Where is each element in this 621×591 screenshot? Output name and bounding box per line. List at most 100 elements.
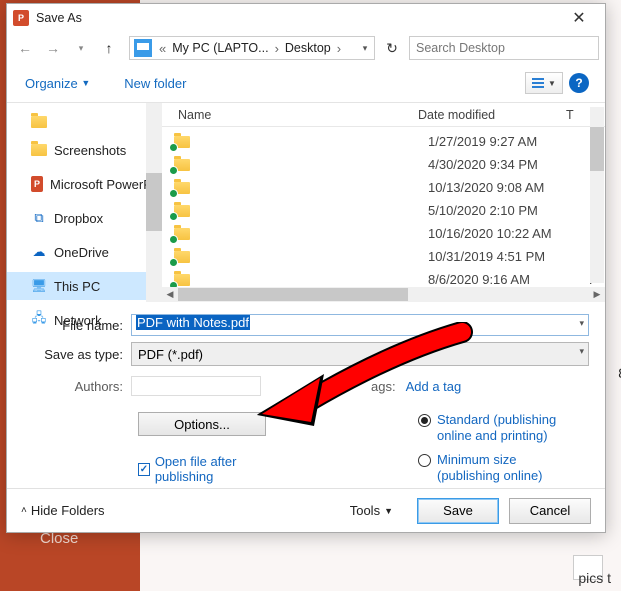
scroll-track[interactable] bbox=[178, 287, 589, 302]
path-sep: « bbox=[156, 41, 169, 56]
file-row[interactable]: 1/27/2019 9:27 AMF bbox=[162, 130, 605, 153]
dropbox-icon: ⧉ bbox=[31, 210, 47, 226]
search-input[interactable]: Search Desktop bbox=[409, 36, 599, 60]
options-button[interactable]: Options... bbox=[138, 412, 266, 436]
standard-radio[interactable] bbox=[418, 414, 431, 427]
file-list-pane: Name Date modified T 1/27/2019 9:27 AMF … bbox=[162, 102, 605, 302]
path-chevron-icon[interactable]: › bbox=[272, 41, 282, 56]
folder-icon bbox=[174, 205, 190, 217]
minimum-radio-label[interactable]: Minimum size (publishing online) bbox=[437, 452, 577, 484]
minimum-radio[interactable] bbox=[418, 454, 431, 467]
list-view-icon bbox=[532, 78, 544, 88]
folder-icon bbox=[174, 159, 190, 171]
hide-folders-button[interactable]: ˄ Hide Folders bbox=[21, 503, 105, 518]
authors-input[interactable] bbox=[131, 376, 261, 396]
scroll-left-icon[interactable]: ◀ bbox=[162, 289, 178, 300]
filename-value: PDF with Notes.pdf bbox=[136, 315, 250, 330]
explorer-body: Screenshots PMicrosoft PowerPoi ⧉Dropbox… bbox=[7, 102, 605, 302]
column-date[interactable]: Date modified bbox=[412, 108, 562, 122]
nav-item-dropbox[interactable]: ⧉Dropbox bbox=[7, 204, 162, 232]
authors-label: Authors: bbox=[23, 379, 131, 394]
file-row[interactable]: 10/16/2020 10:22 AMF bbox=[162, 222, 605, 245]
standard-radio-label[interactable]: Standard (publishing online and printing… bbox=[437, 412, 577, 444]
address-bar: ← → ▾ ↑ « My PC (LAPTO... › Desktop › ▾ … bbox=[7, 32, 605, 64]
recent-dropdown[interactable]: ▾ bbox=[69, 36, 93, 60]
cloud-icon: ☁ bbox=[31, 244, 47, 260]
filename-input[interactable]: PDF with Notes.pdf ▾ bbox=[131, 314, 589, 336]
new-folder-button[interactable]: New folder bbox=[122, 73, 188, 94]
toolbar: Organize ▼ New folder ▼ ? bbox=[7, 64, 605, 102]
refresh-button[interactable]: ↻ bbox=[379, 40, 405, 57]
scrollbar-thumb[interactable] bbox=[146, 173, 162, 231]
scrollbar-thumb[interactable] bbox=[590, 127, 604, 171]
pc-icon: 🖥 bbox=[31, 278, 47, 294]
view-mode-button[interactable]: ▼ bbox=[525, 72, 563, 94]
folder-icon bbox=[174, 274, 190, 286]
tags-label: ags: bbox=[371, 379, 396, 394]
chevron-down-icon[interactable]: ▾ bbox=[579, 318, 584, 329]
tools-dropdown[interactable]: Tools ▼ bbox=[350, 503, 393, 518]
savetype-value: PDF (*.pdf) bbox=[138, 347, 203, 362]
nav-item-onedrive[interactable]: ☁OneDrive bbox=[7, 238, 162, 266]
path-dropdown-icon[interactable]: ▾ bbox=[356, 43, 374, 54]
folder-icon bbox=[174, 251, 190, 263]
chevron-up-icon: ˄ bbox=[21, 505, 27, 516]
up-button[interactable]: ↑ bbox=[97, 36, 121, 60]
folder-icon bbox=[174, 228, 190, 240]
file-row[interactable]: 4/30/2020 9:34 PMF bbox=[162, 153, 605, 176]
chevron-down-icon[interactable]: ▾ bbox=[579, 346, 584, 357]
folder-icon bbox=[31, 144, 47, 156]
sync-icon bbox=[169, 189, 178, 198]
open-after-label[interactable]: Open file after publishing bbox=[155, 454, 283, 484]
file-row[interactable]: 5/10/2020 2:10 PMF bbox=[162, 199, 605, 222]
path-chevron-icon[interactable]: › bbox=[334, 41, 344, 56]
navigation-pane: Screenshots PMicrosoft PowerPoi ⧉Dropbox… bbox=[7, 102, 162, 302]
sync-icon bbox=[169, 235, 178, 244]
chevron-down-icon: ▼ bbox=[81, 78, 90, 88]
breadcrumb-path[interactable]: « My PC (LAPTO... › Desktop › ▾ bbox=[129, 36, 375, 60]
nav-item-this-pc[interactable]: 🖥This PC bbox=[7, 272, 162, 300]
savetype-label: Save as type: bbox=[23, 347, 131, 362]
organize-button[interactable]: Organize ▼ bbox=[23, 73, 92, 94]
chevron-down-icon: ▼ bbox=[548, 79, 556, 88]
save-as-dialog: P Save As ✕ ← → ▾ ↑ « My PC (LAPTO... › … bbox=[6, 3, 606, 533]
bg-pics-text: pics t bbox=[578, 570, 611, 586]
sync-icon bbox=[169, 143, 178, 152]
window-title: Save As bbox=[36, 11, 82, 25]
nav-item-screenshots[interactable]: Screenshots bbox=[7, 136, 162, 164]
nav-scrollbar[interactable] bbox=[146, 103, 162, 302]
add-tag-link[interactable]: Add a tag bbox=[406, 379, 462, 394]
folder-icon bbox=[174, 136, 190, 148]
file-row[interactable]: 10/31/2019 4:51 PMF bbox=[162, 245, 605, 268]
help-button[interactable]: ? bbox=[569, 73, 589, 93]
back-button[interactable]: ← bbox=[13, 36, 37, 60]
sync-icon bbox=[169, 212, 178, 221]
chevron-down-icon: ▼ bbox=[384, 506, 393, 516]
save-button[interactable]: Save bbox=[417, 498, 499, 524]
folder-icon bbox=[31, 116, 47, 128]
titlebar: P Save As ✕ bbox=[7, 4, 605, 32]
column-headers: Name Date modified T bbox=[162, 103, 605, 127]
savetype-combo[interactable]: PDF (*.pdf) ▾ bbox=[131, 342, 589, 366]
folder-icon bbox=[174, 182, 190, 194]
file-list: 1/27/2019 9:27 AMF 4/30/2020 9:34 PMF 10… bbox=[162, 127, 605, 291]
open-after-checkbox[interactable]: ✓ bbox=[138, 463, 150, 476]
sync-icon bbox=[169, 258, 178, 267]
nav-item-powerpoint[interactable]: PMicrosoft PowerPoi bbox=[7, 170, 162, 198]
scrollbar-thumb[interactable] bbox=[178, 288, 408, 301]
right-scrollbar[interactable] bbox=[590, 107, 604, 283]
path-segment-pc[interactable]: My PC (LAPTO... bbox=[169, 41, 271, 55]
forward-button[interactable]: → bbox=[41, 36, 65, 60]
path-segment-desktop[interactable]: Desktop bbox=[282, 41, 334, 55]
cancel-button[interactable]: Cancel bbox=[509, 498, 591, 524]
horizontal-scrollbar[interactable]: ◀ ▶ bbox=[162, 287, 605, 302]
close-button[interactable]: ✕ bbox=[559, 8, 599, 28]
powerpoint-icon: P bbox=[31, 176, 43, 192]
column-name[interactable]: Name bbox=[162, 108, 412, 122]
scroll-right-icon[interactable]: ▶ bbox=[589, 289, 605, 300]
dialog-footer: ˄ Hide Folders Tools ▼ Save Cancel bbox=[7, 488, 605, 532]
drive-icon bbox=[134, 39, 152, 57]
nav-item-folder[interactable] bbox=[7, 108, 162, 136]
file-row[interactable]: 10/13/2020 9:08 AMF bbox=[162, 176, 605, 199]
sync-icon bbox=[169, 166, 178, 175]
